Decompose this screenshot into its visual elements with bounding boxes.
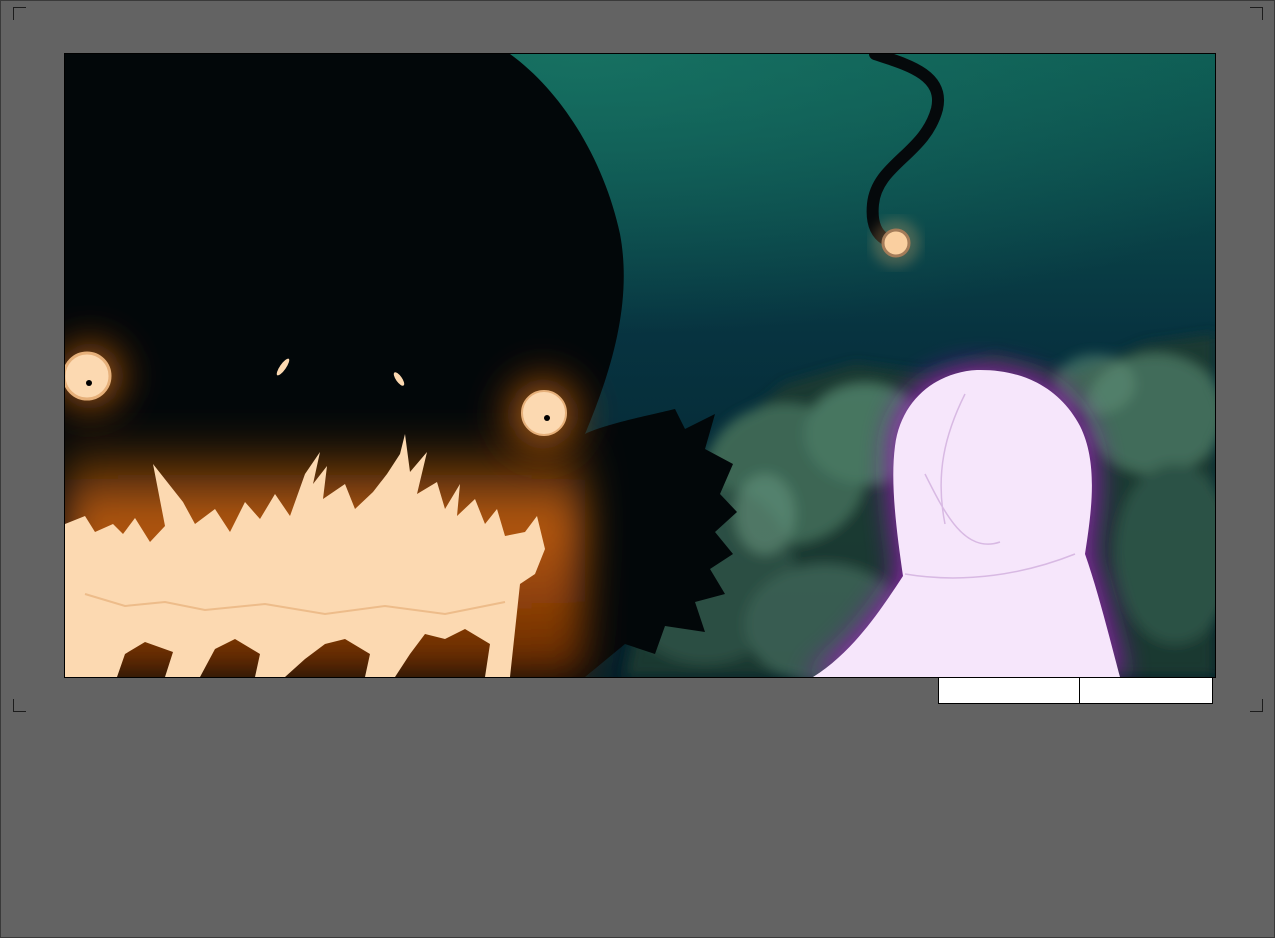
slate-field-left[interactable] (938, 677, 1080, 704)
panel-slate (938, 677, 1213, 704)
crop-mark-top-right (1250, 7, 1263, 20)
crop-mark-bottom-right (1250, 699, 1263, 712)
crop-mark-top-left (13, 7, 26, 20)
slate-field-right[interactable] (1080, 677, 1213, 704)
panel-illustration (65, 54, 1215, 677)
crop-mark-bottom-left (13, 699, 26, 712)
storyboard-page (0, 0, 1275, 938)
storyboard-panel[interactable] (64, 53, 1216, 678)
